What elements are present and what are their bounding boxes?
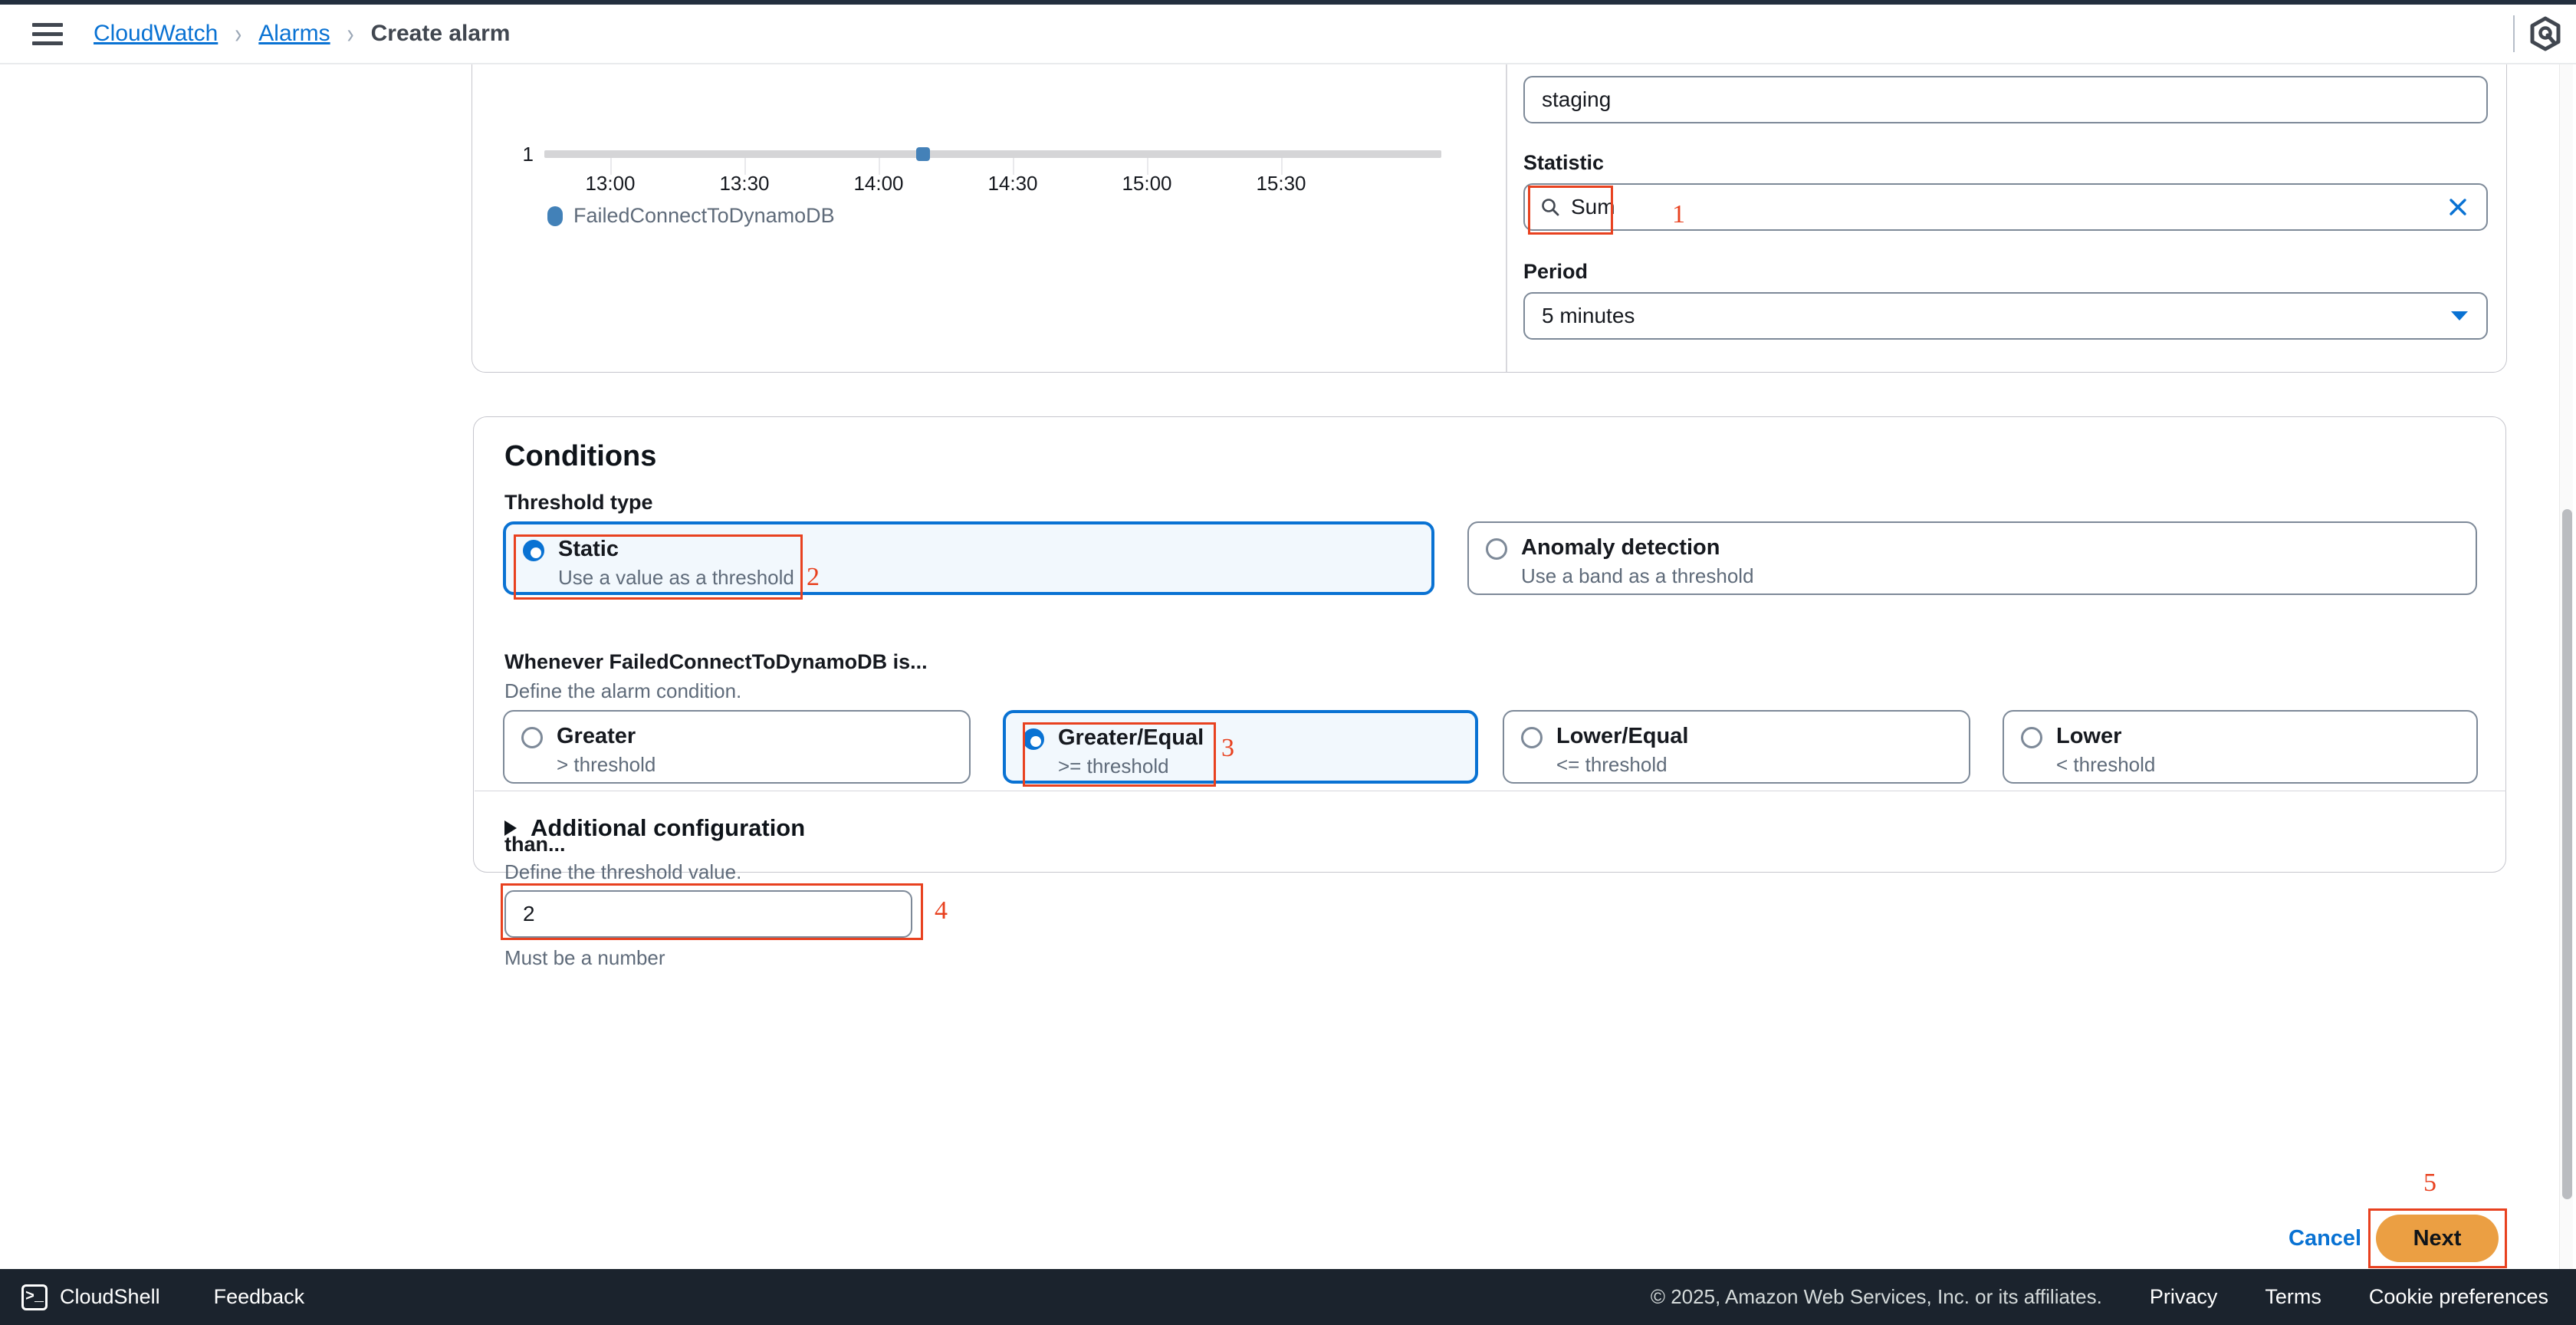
terminal-icon: >_ <box>21 1284 48 1310</box>
legend-color-swatch <box>547 205 563 226</box>
breadcrumb: CloudWatch › Alarms › Create alarm <box>94 18 511 49</box>
radio-icon <box>1486 538 1507 560</box>
threshold-value-input[interactable]: 2 <box>504 890 912 938</box>
tile-description: Use a band as a threshold <box>1521 564 1754 587</box>
period-label: Period <box>1523 260 1589 283</box>
metric-name-input[interactable]: staging <box>1523 76 2488 123</box>
metric-chart: 1 13:00 13:30 14:00 14:30 15:00 15:30 Fa… <box>472 64 1506 372</box>
chart-y-tick-label: 1 <box>522 143 534 166</box>
annotation-number-2: 2 <box>807 563 820 591</box>
vertical-scrollbar[interactable] <box>2559 64 2573 1269</box>
metric-name-value: staging <box>1542 87 1612 111</box>
breadcrumb-item-create-alarm: Create alarm <box>370 21 511 46</box>
comparison-option-greater-equal[interactable]: Greater/Equal >= threshold <box>1003 710 1478 784</box>
chart-x-tick-label: 14:30 <box>987 172 1038 195</box>
page-scroll-region: 1 13:00 13:30 14:00 14:30 15:00 15:30 Fa… <box>0 64 2576 1269</box>
next-button[interactable]: Next <box>2376 1215 2499 1262</box>
copyright-text: © 2025, Amazon Web Services, Inc. or its… <box>1650 1285 2102 1308</box>
comparison-option-lower[interactable]: Lower < threshold <box>2003 710 2478 784</box>
radio-icon <box>521 727 543 748</box>
app-footer: >_ CloudShell Feedback © 2025, Amazon We… <box>0 1269 2576 1325</box>
chart-x-tick-label: 13:00 <box>585 172 636 195</box>
radio-icon <box>523 540 544 561</box>
radio-icon <box>2021 727 2042 748</box>
annotation-number-5: 5 <box>2423 1169 2436 1197</box>
chart-x-tick-label: 13:30 <box>719 172 770 195</box>
cloudshell-label: CloudShell <box>60 1285 160 1308</box>
comparison-label: Whenever FailedConnectToDynamoDB is... <box>504 650 928 673</box>
comparison-option-greater[interactable]: Greater > threshold <box>503 710 971 784</box>
additional-configuration-label: Additional configuration <box>531 814 806 841</box>
statistic-label: Statistic <box>1523 151 1605 174</box>
chart-legend: FailedConnectToDynamoDB <box>547 204 835 228</box>
period-value: 5 minutes <box>1542 304 1635 327</box>
amazon-q-hexagon-icon[interactable] <box>2515 16 2576 51</box>
threshold-value-hint: Must be a number <box>504 946 665 969</box>
tile-title: Lower/Equal <box>1556 724 1689 748</box>
header-right-group <box>2513 5 2576 63</box>
cookie-preferences-link[interactable]: Cookie preferences <box>2369 1285 2548 1309</box>
threshold-value-text: 2 <box>523 902 535 926</box>
conditions-panel: Conditions Threshold type Static Use a v… <box>473 416 2506 969</box>
close-icon[interactable] <box>2446 196 2469 219</box>
tile-title: Lower <box>2056 724 2122 748</box>
comparison-option-lower-equal[interactable]: Lower/Equal <= threshold <box>1503 710 1970 784</box>
metric-form: staging Statistic Sum Period 5 minutes <box>1508 64 2507 372</box>
terms-link[interactable]: Terms <box>2265 1285 2321 1309</box>
hamburger-icon[interactable] <box>32 21 63 46</box>
annotation-number-3: 3 <box>1221 734 1234 762</box>
cloudshell-button[interactable]: >_ CloudShell <box>21 1284 160 1310</box>
radio-icon <box>1023 728 1044 750</box>
threshold-value-description: Define the threshold value. <box>504 860 742 883</box>
chart-x-tick-label: 15:30 <box>1256 172 1306 195</box>
annotation-number-4: 4 <box>935 896 948 925</box>
period-select[interactable]: 5 minutes <box>1523 292 2488 340</box>
conditions-title: Conditions <box>504 440 657 472</box>
tile-description: >= threshold <box>1058 755 1169 778</box>
chevron-down-icon <box>2450 309 2469 323</box>
tile-title: Greater <box>557 724 636 748</box>
breadcrumb-item-alarms[interactable]: Alarms <box>258 21 330 47</box>
tile-description: < threshold <box>2056 753 2156 776</box>
radio-icon <box>1521 727 1543 748</box>
legend-label: FailedConnectToDynamoDB <box>573 204 835 227</box>
tile-title: Static <box>558 537 619 561</box>
search-icon <box>1540 197 1560 217</box>
hamburger-line <box>32 22 63 27</box>
hamburger-line <box>32 31 63 36</box>
privacy-link[interactable]: Privacy <box>2150 1285 2218 1309</box>
comparison-description: Define the alarm condition. <box>504 679 742 702</box>
tile-title: Greater/Equal <box>1058 725 1204 750</box>
tile-title: Anomaly detection <box>1521 535 1720 560</box>
tile-description: > threshold <box>557 753 656 776</box>
breadcrumb-separator: › <box>347 18 354 49</box>
panel-divider <box>1506 64 1507 372</box>
cancel-button[interactable]: Cancel <box>2288 1226 2361 1251</box>
additional-configuration-expander[interactable]: Additional configuration <box>504 814 805 842</box>
chart-threshold-line <box>544 150 1441 158</box>
threshold-type-option-anomaly-detection[interactable]: Anomaly detection Use a band as a thresh… <box>1467 521 2477 595</box>
chart-x-tick-label: 14:00 <box>853 172 904 195</box>
annotation-number-1: 1 <box>1672 200 1685 229</box>
statistic-value: Sum <box>1571 195 1615 219</box>
app-header: CloudWatch › Alarms › Create alarm <box>0 5 2576 64</box>
tile-description: <= threshold <box>1556 753 1668 776</box>
threshold-type-option-static[interactable]: Static Use a value as a threshold <box>503 521 1434 595</box>
hamburger-line <box>32 41 63 45</box>
breadcrumb-separator: › <box>235 18 242 49</box>
breadcrumb-item-cloudwatch[interactable]: CloudWatch <box>94 21 218 47</box>
feedback-link[interactable]: Feedback <box>214 1285 305 1309</box>
threshold-type-label: Threshold type <box>504 491 653 514</box>
scrollbar-thumb[interactable] <box>2562 509 2572 1199</box>
chart-data-point <box>916 147 930 161</box>
metric-panel: 1 13:00 13:30 14:00 14:30 15:00 15:30 Fa… <box>472 64 2507 373</box>
chart-x-tick-label: 15:00 <box>1122 172 1172 195</box>
statistic-input[interactable]: Sum <box>1523 183 2488 231</box>
footer-right-group: © 2025, Amazon Web Services, Inc. or its… <box>1651 1285 2548 1309</box>
tile-description: Use a value as a threshold <box>558 566 794 589</box>
caret-right-icon <box>504 820 517 836</box>
